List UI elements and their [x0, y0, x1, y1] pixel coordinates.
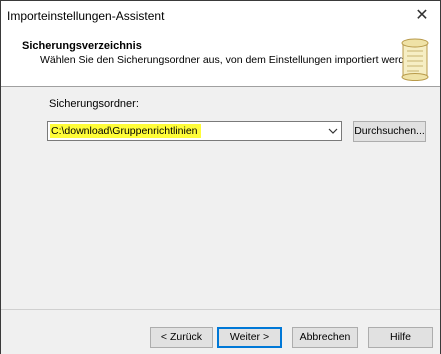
chevron-down-icon[interactable] [328, 125, 338, 137]
folder-label: Sicherungsordner: [49, 98, 139, 110]
wizard-header: Sicherungsverzeichnis Wählen Sie den Sic… [1, 31, 440, 87]
folder-combobox[interactable]: C:\download\Gruppenrichtlinien [47, 121, 342, 141]
page-subtitle: Wählen Sie den Sicherungsordner aus, von… [40, 54, 419, 66]
window-title: Importeinstellungen-Assistent [7, 9, 165, 23]
cancel-button[interactable]: Abbrechen [292, 327, 358, 348]
page-title: Sicherungsverzeichnis [22, 40, 142, 52]
wizard-content: Sicherungsordner: C:\download\Gruppenric… [1, 87, 440, 309]
help-button[interactable]: Hilfe [368, 327, 433, 348]
wizard-window: Importeinstellungen-Assistent ✕ Sicherun… [0, 0, 441, 354]
browse-button[interactable]: Durchsuchen... [353, 121, 426, 142]
next-button[interactable]: Weiter > [217, 327, 282, 348]
back-button[interactable]: < Zurück [150, 327, 213, 348]
folder-value: C:\download\Gruppenrichtlinien [50, 124, 201, 138]
title-bar: Importeinstellungen-Assistent ✕ [1, 1, 440, 31]
close-icon[interactable]: ✕ [408, 4, 436, 28]
wizard-footer: < Zurück Weiter > Abbrechen Hilfe [1, 309, 440, 354]
scroll-icon [401, 38, 429, 81]
